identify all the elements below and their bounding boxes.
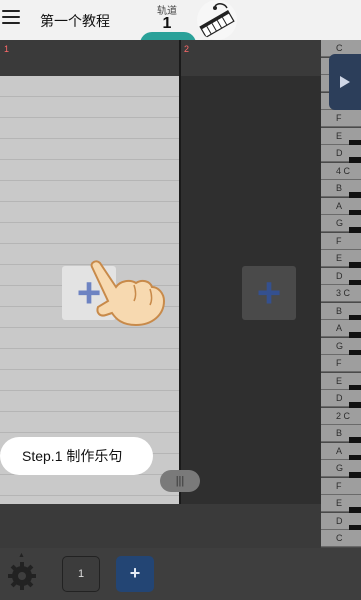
expand-arrow-icon[interactable]: ▲ xyxy=(18,552,25,559)
pointing-hand-icon xyxy=(86,257,170,331)
piano-key-label: F xyxy=(336,358,342,368)
piano-key[interactable]: F xyxy=(321,110,361,127)
piano-key-label: 3 C xyxy=(336,288,351,298)
piano-key-label: D xyxy=(336,148,343,158)
piano-key-label: C xyxy=(336,43,343,53)
piano-key-label: D xyxy=(336,270,343,281)
section-marker-2: 2 xyxy=(184,44,190,54)
piano-key[interactable]: 2 C xyxy=(321,407,361,425)
piano-key[interactable]: C xyxy=(321,530,361,547)
section-header-strip: 1 2 xyxy=(0,40,321,76)
gear-icon[interactable] xyxy=(6,560,38,592)
scroll-handle[interactable]: ||| xyxy=(160,470,200,492)
piano-key-label: E xyxy=(336,253,343,263)
piano-key[interactable]: 4 C xyxy=(321,162,361,180)
piano-key-label: C xyxy=(336,533,343,543)
plus-icon: + xyxy=(256,269,282,316)
section-marker-1: 1 xyxy=(4,44,10,54)
add-phrase-button-2[interactable]: + xyxy=(242,266,296,320)
piano-key-label: B xyxy=(336,183,343,193)
piano-key-label: G xyxy=(336,463,344,473)
piano-key-label: E xyxy=(336,375,343,386)
piano-key-label: G xyxy=(336,218,344,228)
page-title: 第一个教程 xyxy=(40,13,110,29)
section-footer-strip xyxy=(0,504,321,548)
page-number-button[interactable]: 1 xyxy=(62,556,100,592)
piano-key-label: F xyxy=(336,113,342,123)
piano-key-label: F xyxy=(336,235,342,246)
add-page-button[interactable]: + xyxy=(116,556,154,592)
piano-key[interactable]: F xyxy=(321,232,361,250)
piano-key[interactable]: F xyxy=(321,355,361,372)
app-header: 第一个教程 轨道 1 xyxy=(0,0,361,44)
piano-key-label: 2 C xyxy=(336,410,351,421)
bottom-toolbar: ▲ 1 + xyxy=(0,548,361,600)
track-number[interactable]: 1 xyxy=(155,15,179,33)
menu-icon[interactable] xyxy=(2,10,20,26)
piano-key-label: A xyxy=(336,323,343,333)
play-icon[interactable] xyxy=(329,54,361,110)
piano-keyboard[interactable]: CBAGFED4 CBAGFED3 CBAGFED2 CBAGFEDC xyxy=(321,40,361,548)
piano-key-label: D xyxy=(336,393,343,403)
piano-key-label: G xyxy=(336,340,344,351)
piano-keyboard-icon[interactable] xyxy=(197,0,237,40)
piano-key-label: A xyxy=(336,445,343,456)
piano-key-label: 4 C xyxy=(336,165,351,176)
tutorial-step-bubble: Step.1 制作乐句 xyxy=(0,437,153,475)
piano-key-label: B xyxy=(336,428,343,438)
piano-key-label: D xyxy=(336,515,343,526)
piano-key[interactable]: F xyxy=(321,477,361,495)
piano-key-label: B xyxy=(336,305,343,316)
piano-key-label: A xyxy=(336,200,343,211)
piano-key[interactable]: 3 C xyxy=(321,285,361,302)
piano-key-label: F xyxy=(336,480,342,491)
piano-key-label: E xyxy=(336,498,343,508)
piano-key-label: E xyxy=(336,130,343,141)
